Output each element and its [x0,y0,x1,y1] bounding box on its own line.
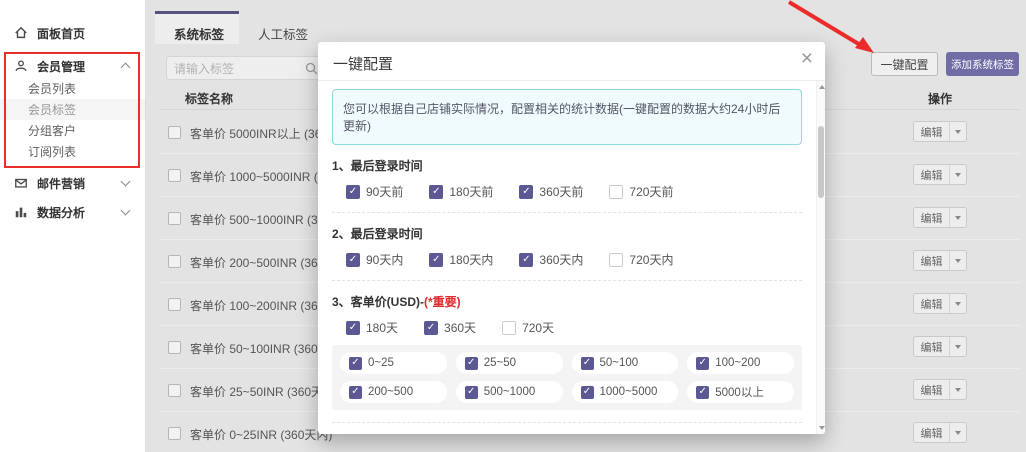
sidebar-item-email-marketing[interactable]: 邮件营销 [0,171,145,195]
row-checkbox[interactable] [168,384,181,397]
scroll-down-icon[interactable] [819,426,825,430]
chevron-up-icon [121,63,131,73]
chevron-down-icon [121,177,131,187]
mail-icon [14,176,29,191]
section-title-last-login-before: 1、最后登录时间 [332,157,802,174]
edit-dropdown-icon[interactable] [950,122,966,141]
edit-button[interactable]: 编辑 [913,336,967,357]
edit-button[interactable]: 编辑 [913,164,967,185]
edit-dropdown-icon[interactable] [950,208,966,227]
price-range-pill[interactable]: ✓200~500 [340,381,447,403]
column-tag-name: 标签名称 [185,90,233,107]
edit-button[interactable]: 编辑 [913,207,967,228]
divider [332,212,802,213]
edit-button[interactable]: 编辑 [913,379,967,400]
row-checkbox[interactable] [168,427,181,440]
app-window: 系统标签 人工标签 请输入标签 一键配置 添加系统标签 标签名称 操作 客单价 … [0,0,1026,452]
row-checkbox[interactable] [168,298,181,311]
edit-dropdown-icon[interactable] [950,165,966,184]
chevron-down-icon [121,206,131,216]
search-icon[interactable] [305,62,318,75]
divider [332,280,802,281]
edit-button[interactable]: 编辑 [913,121,967,142]
checkbox-option[interactable]: ✓360天 [424,319,476,336]
option-row: ✓90天前 ✓180天前 ✓360天前 ✓720天前 [346,183,802,200]
section-title-last-login-within: 2、最后登录时间 [332,225,802,242]
checkbox-option[interactable]: ✓720天内 [609,251,673,268]
edit-button[interactable]: 编辑 [913,293,967,314]
price-range-pill[interactable]: ✓500~1000 [456,381,563,403]
tag-name: 客单价 25~50INR (360天内) [190,383,339,400]
sidebar-item-subscription-list[interactable]: 订阅列表 [0,141,145,162]
section-title-customer-unit-price: 3、客单价(USD)-(*重要) [332,293,802,310]
row-checkbox[interactable] [168,126,181,139]
checkbox-option[interactable]: ✓180天 [346,319,398,336]
members-icon [14,59,29,74]
add-system-tag-button[interactable]: 添加系统标签 [946,52,1019,76]
dialog-title: 一键配置 [333,53,393,74]
row-checkbox[interactable] [168,255,181,268]
row-checkbox[interactable] [168,212,181,225]
row-checkbox[interactable] [168,169,181,182]
checkbox-option[interactable]: ✓90天内 [346,251,403,268]
sidebar-item-member-management[interactable]: 会员管理 [0,54,145,78]
checkbox-option[interactable]: ✓180天前 [429,183,493,200]
checkbox-option[interactable]: ✓90天前 [346,183,403,200]
sidebar-item-dashboard[interactable]: 面板首页 [0,21,145,45]
price-range-pill[interactable]: ✓100~200 [687,352,794,374]
sidebar-item-group-customers[interactable]: 分组客户 [0,120,145,141]
chart-icon [14,205,29,220]
tab-manual-tags[interactable]: 人工标签 [258,24,308,43]
checkbox-option[interactable]: ✓360天内 [519,251,583,268]
info-banner: 您可以根据自己店铺实际情况，配置相关的统计数据(一键配置的数据大约24小时后更新… [332,89,802,145]
edit-dropdown-icon[interactable] [950,380,966,399]
sidebar-item-member-list[interactable]: 会员列表 [0,78,145,99]
dialog-scrollbar[interactable] [816,81,825,434]
checkbox-option[interactable]: ✓720天前 [609,183,673,200]
tag-search-input[interactable]: 请输入标签 [166,56,326,80]
one-click-config-dialog: 一键配置 × 您可以根据自己店铺实际情况，配置相关的统计数据(一键配置的数据大约… [318,42,825,434]
price-range-pill[interactable]: ✓5000以上 [687,381,794,403]
close-icon[interactable]: × [801,48,813,69]
option-row: ✓180天 ✓360天 ✓720天 [346,319,802,336]
sidebar: 面板首页 会员管理 会员列表 会员标签 分组客户 订阅列表 邮件营销 数据分析 [0,0,146,452]
dialog-body: 您可以根据自己店铺实际情况，配置相关的统计数据(一键配置的数据大约24小时后更新… [318,81,816,434]
scrollbar-thumb[interactable] [818,126,824,198]
checkbox-option[interactable]: ✓720天 [502,319,554,336]
scroll-up-icon[interactable] [819,85,825,89]
edit-dropdown-icon[interactable] [950,423,966,442]
dialog-header: 一键配置 × [318,42,825,81]
tag-name: 客单价 0~25INR (360天内) [190,426,332,443]
edit-dropdown-icon[interactable] [950,251,966,270]
price-range-panel: ✓0~25 ✓25~50 ✓50~100 ✓100~200 ✓200~500 ✓… [332,345,802,410]
edit-button[interactable]: 编辑 [913,422,967,443]
one-click-config-button[interactable]: 一键配置 [871,52,938,76]
edit-button[interactable]: 编辑 [913,250,967,271]
edit-dropdown-icon[interactable] [950,337,966,356]
edit-dropdown-icon[interactable] [950,294,966,313]
price-range-pill[interactable]: ✓1000~5000 [572,381,679,403]
home-icon [14,26,29,41]
price-range-pill[interactable]: ✓25~50 [456,352,563,374]
price-range-pill[interactable]: ✓50~100 [572,352,679,374]
sidebar-item-member-tags[interactable]: 会员标签 [0,99,145,120]
row-checkbox[interactable] [168,341,181,354]
price-range-pill[interactable]: ✓0~25 [340,352,447,374]
tab-system-tags[interactable]: 系统标签 [174,24,224,43]
divider [332,422,802,423]
important-label: (*重要) [424,295,461,309]
sidebar-item-data-analysis[interactable]: 数据分析 [0,200,145,224]
checkbox-option[interactable]: ✓180天内 [429,251,493,268]
search-placeholder: 请输入标签 [174,60,234,77]
column-action: 操作 [913,90,967,107]
option-row: ✓90天内 ✓180天内 ✓360天内 ✓720天内 [346,251,802,268]
checkbox-option[interactable]: ✓360天前 [519,183,583,200]
